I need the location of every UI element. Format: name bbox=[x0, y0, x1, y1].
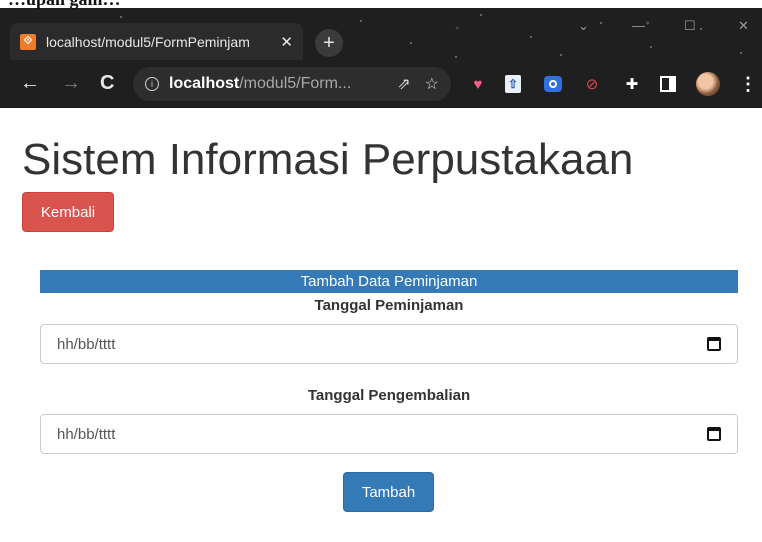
heart-extension-icon[interactable]: ♥ bbox=[468, 74, 488, 94]
return-date-input[interactable]: hh/bb/tttt bbox=[40, 414, 738, 454]
back-button[interactable]: Kembali bbox=[22, 192, 114, 232]
new-tab-button[interactable]: + bbox=[315, 29, 343, 57]
minimize-icon[interactable]: — bbox=[632, 18, 645, 33]
form-header: Tambah Data Peminjaman bbox=[40, 270, 738, 293]
window-close-icon[interactable]: ✕ bbox=[738, 18, 749, 34]
forward-arrow-icon[interactable]: → bbox=[61, 73, 81, 93]
star-icon[interactable]: ☆ bbox=[425, 74, 439, 94]
url-host: localhost bbox=[169, 75, 240, 92]
tab-title: localhost/modul5/FormPeminjam bbox=[46, 33, 250, 50]
page-title: Sistem Informasi Perpustakaan bbox=[22, 135, 634, 184]
loan-date-label: Tanggal Peminjaman bbox=[314, 297, 464, 314]
browser-toolbar: ← → C i localhost/modul5/Form... ⇗ ☆ ♥ ⇧… bbox=[0, 60, 762, 108]
maximize-icon[interactable]: ☐ bbox=[684, 18, 696, 34]
calendar-icon[interactable] bbox=[707, 427, 721, 441]
back-arrow-icon[interactable]: ← bbox=[20, 73, 40, 93]
document-caption: …upan gam… bbox=[0, 0, 762, 8]
profile-avatar[interactable] bbox=[696, 72, 720, 96]
calendar-icon[interactable] bbox=[707, 337, 721, 351]
xampp-favicon-icon: ⟐ bbox=[20, 33, 36, 50]
save-extension-icon[interactable]: ⇧ bbox=[505, 75, 521, 93]
browser-tab[interactable]: ⟐ localhost/modul5/FormPeminjam ✕ bbox=[10, 23, 303, 60]
screen-capture-extension-icon[interactable] bbox=[544, 76, 562, 92]
menu-kebab-icon[interactable]: ⋮ bbox=[738, 74, 758, 94]
url-path: /modul5/Form... bbox=[239, 75, 352, 92]
browser-chrome: ⟐ localhost/modul5/FormPeminjam ✕ + ⌄ — … bbox=[0, 8, 762, 108]
return-date-placeholder: hh/bb/tttt bbox=[57, 425, 116, 443]
return-date-label: Tanggal Pengembalian bbox=[307, 387, 471, 404]
add-button[interactable]: Tambah bbox=[343, 472, 434, 512]
hide-extension-icon[interactable]: ⊘ bbox=[582, 74, 602, 94]
extensions-puzzle-icon[interactable]: ✚ bbox=[622, 74, 642, 94]
caption-text: …upan gam… bbox=[8, 0, 121, 8]
reload-icon[interactable]: C bbox=[100, 73, 114, 93]
info-icon[interactable]: i bbox=[145, 77, 159, 91]
tab-search-icon[interactable]: ⌄ bbox=[578, 18, 589, 34]
address-bar[interactable]: i localhost/modul5/Form... ⇗ ☆ bbox=[133, 67, 451, 101]
tab-close-icon[interactable]: ✕ bbox=[280, 33, 293, 51]
loan-date-placeholder: hh/bb/tttt bbox=[57, 335, 116, 353]
loan-date-input[interactable]: hh/bb/tttt bbox=[40, 324, 738, 364]
side-panel-icon[interactable] bbox=[658, 74, 678, 94]
share-icon[interactable]: ⇗ bbox=[397, 74, 410, 94]
